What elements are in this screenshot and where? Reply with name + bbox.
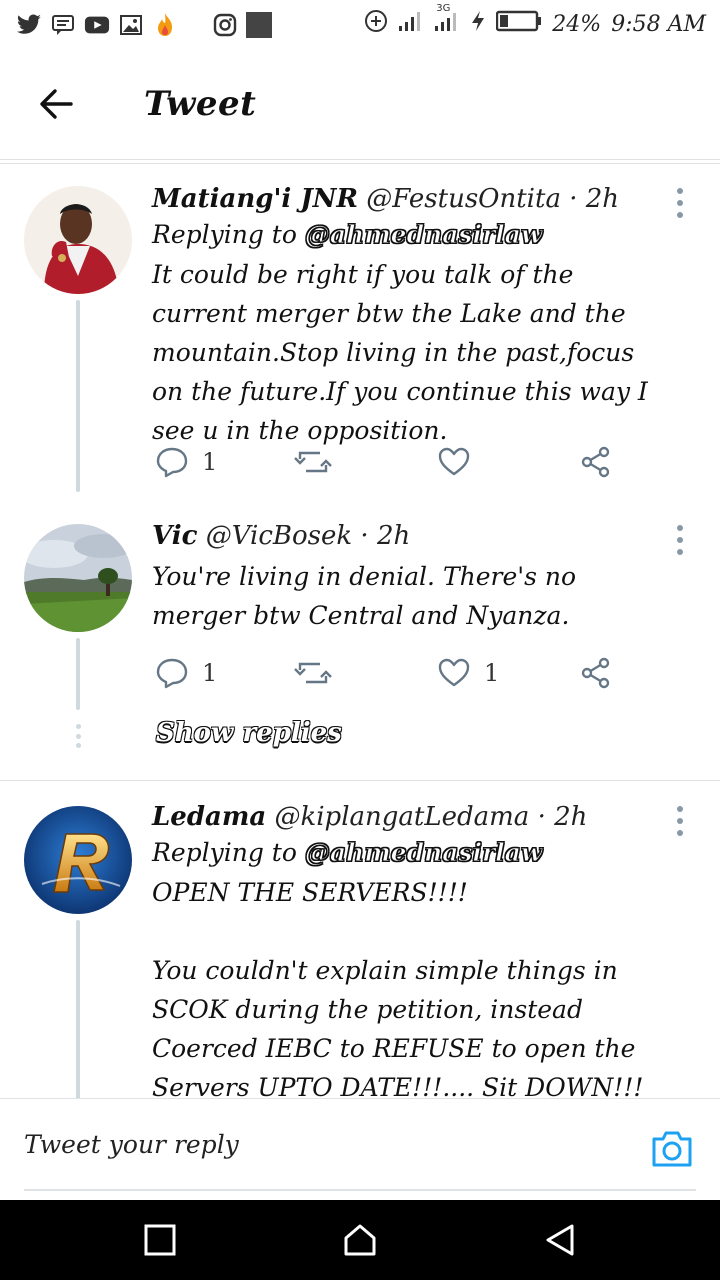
signal-icon xyxy=(398,10,424,38)
status-bar: 3G 24% 9:58 AM xyxy=(0,0,720,50)
share-button[interactable] xyxy=(580,440,612,484)
author-row: Vic @VicBosek · 2h xyxy=(152,521,668,551)
home-icon xyxy=(344,1224,376,1256)
system-status: 3G 24% 9:58 AM xyxy=(364,3,706,40)
tweet-content: Matiang'i JNR @FestusOntita · 2h Replyin… xyxy=(152,184,668,450)
share-icon xyxy=(581,657,610,689)
author-handle[interactable]: @FestusOntita xyxy=(366,184,561,214)
reply-button[interactable]: 1 xyxy=(156,651,217,695)
gallery-icon xyxy=(118,12,144,38)
show-replies-link[interactable]: Show replies xyxy=(156,718,342,748)
heart-icon xyxy=(438,447,470,476)
more-options-button[interactable] xyxy=(672,806,688,836)
back-nav-button[interactable] xyxy=(540,1220,580,1260)
app-thumbnail-icon xyxy=(246,12,272,38)
share-icon xyxy=(581,446,610,478)
signal-3g-icon: 3G xyxy=(434,3,460,39)
separator: · xyxy=(569,184,578,214)
battery-percent: 24% xyxy=(552,11,602,37)
replying-to: Replying to @ahmednasirlaw xyxy=(152,838,668,868)
charging-icon xyxy=(470,10,486,38)
thread-line xyxy=(76,920,80,1100)
like-count: 1 xyxy=(484,659,500,687)
tweet-content: Ledama @kiplangatLedama · 2h Replying to… xyxy=(152,802,668,1107)
camera-icon xyxy=(652,1131,692,1167)
replying-to: Replying to @ahmednasirlaw xyxy=(152,220,668,250)
timestamp: 2h xyxy=(585,184,620,214)
author-row: Matiang'i JNR @FestusOntita · 2h xyxy=(152,184,668,214)
reply-composer-bar: Tweet your reply xyxy=(0,1098,720,1200)
instagram-icon xyxy=(212,12,238,38)
speech-bubble-icon xyxy=(156,658,188,689)
avatar[interactable] xyxy=(24,186,132,294)
back-button[interactable] xyxy=(32,80,80,128)
more-options-button[interactable] xyxy=(672,188,688,218)
divider xyxy=(0,780,720,781)
author-handle[interactable]: @VicBosek xyxy=(206,521,352,551)
reply-input[interactable]: Tweet your reply xyxy=(24,1099,696,1191)
reply-count: 1 xyxy=(202,659,218,687)
tweet-text: You're living in denial. There's no merg… xyxy=(152,562,585,630)
thread-line xyxy=(76,300,80,492)
flame-icon xyxy=(152,12,178,38)
tweet-text: It could be right if you talk of the cur… xyxy=(152,260,656,445)
speech-bubble-icon xyxy=(156,447,188,478)
battery-icon xyxy=(496,10,542,38)
timestamp: 2h xyxy=(554,802,588,832)
retweet-icon xyxy=(294,451,332,473)
retweet-button[interactable] xyxy=(294,440,332,484)
mention-link[interactable]: @ahmednasirlaw xyxy=(304,220,543,250)
page-title: Tweet xyxy=(144,84,257,124)
twitter-icon xyxy=(16,12,42,38)
like-button[interactable]: 1 xyxy=(438,651,499,695)
more-options-button[interactable] xyxy=(672,525,688,555)
add-circle-icon xyxy=(364,9,388,39)
author-name[interactable]: Matiang'i JNR xyxy=(152,184,358,214)
tweet-content: Vic @VicBosek · 2h You're living in deni… xyxy=(152,521,668,635)
thread-continuation-dots xyxy=(74,724,82,748)
mention-link[interactable]: @ahmednasirlaw xyxy=(304,838,543,868)
replying-prefix: Replying to xyxy=(152,838,297,867)
reply-count: 1 xyxy=(202,448,218,476)
clock: 9:58 AM xyxy=(611,11,706,37)
avatar[interactable] xyxy=(24,806,132,914)
square-icon xyxy=(144,1224,176,1256)
author-name[interactable]: Vic xyxy=(152,521,197,551)
home-button[interactable] xyxy=(340,1220,380,1260)
share-button[interactable] xyxy=(580,651,612,695)
separator: · xyxy=(360,521,369,551)
author-handle[interactable]: @kiplangatLedama xyxy=(274,802,529,832)
message-icon xyxy=(50,12,76,38)
retweet-button[interactable] xyxy=(294,651,332,695)
system-navigation-bar xyxy=(0,1200,720,1280)
network-type: 3G xyxy=(436,3,451,14)
avatar[interactable] xyxy=(24,524,132,632)
notification-icons xyxy=(16,10,272,40)
tweet-actions: 1 1 xyxy=(152,651,622,695)
timestamp: 2h xyxy=(376,521,411,551)
separator: · xyxy=(537,802,546,832)
recents-button[interactable] xyxy=(140,1220,180,1260)
youtube-icon xyxy=(84,12,110,38)
retweet-icon xyxy=(294,662,332,684)
like-button[interactable] xyxy=(438,440,484,484)
triangle-back-icon xyxy=(546,1224,574,1256)
tweet-text: OPEN THE SERVERS!!!! You couldn't explai… xyxy=(152,878,644,1102)
heart-icon xyxy=(438,658,470,687)
top-app-bar: Tweet xyxy=(0,50,720,164)
author-name[interactable]: Ledama xyxy=(152,802,266,832)
thread-line xyxy=(76,638,80,710)
arrow-left-icon xyxy=(40,89,73,119)
replying-prefix: Replying to xyxy=(152,220,297,249)
reply-button[interactable]: 1 xyxy=(156,440,217,484)
camera-button[interactable] xyxy=(650,1129,694,1173)
tweet-actions: 1 xyxy=(152,440,622,484)
author-row: Ledama @kiplangatLedama · 2h xyxy=(152,802,668,832)
